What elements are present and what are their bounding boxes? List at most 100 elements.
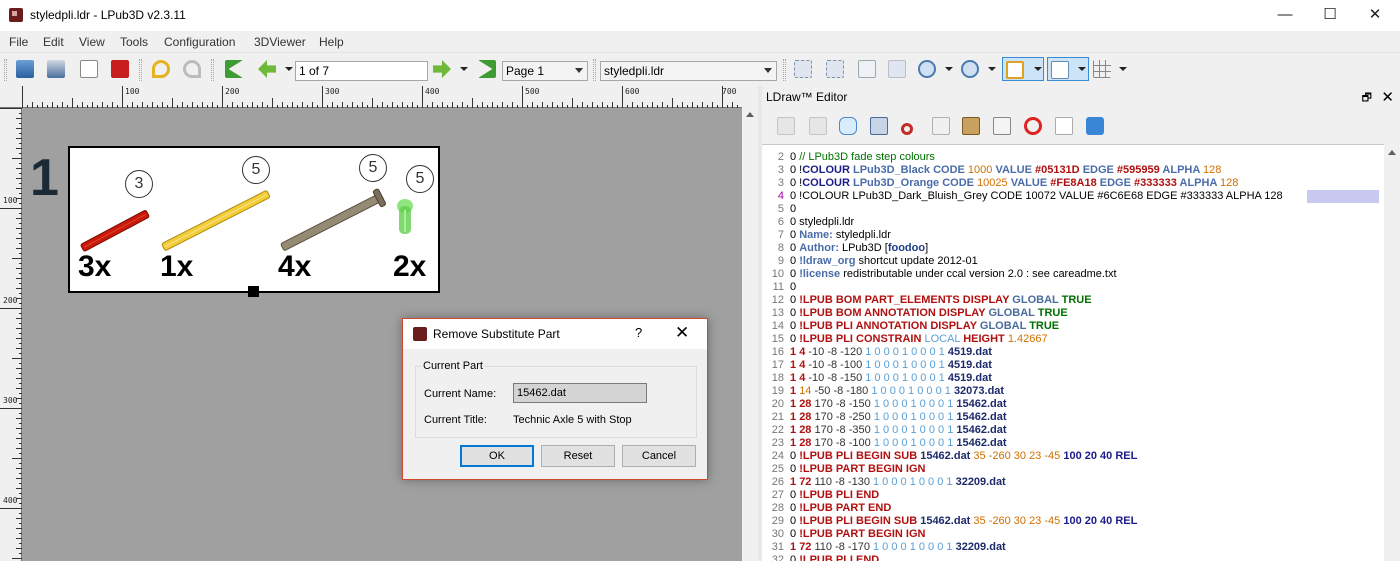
menu-configuration[interactable]: Configuration: [164, 35, 235, 49]
menu-tools[interactable]: Tools: [120, 35, 148, 49]
code-line[interactable]: 19 1 14 -50 -8 -180 1 0 0 0 1 0 0 0 1 320…: [762, 385, 1384, 398]
code-line[interactable]: 14 0 !LPUB PLI ANNOTATION DISPLAY GLOBAL …: [762, 320, 1384, 333]
code-line[interactable]: 31 1 72 110 -8 -170 1 0 0 0 1 0 0 0 1 322…: [762, 541, 1384, 554]
refresh-icon[interactable]: [1083, 114, 1107, 138]
snap-grid-icon[interactable]: [1090, 57, 1114, 81]
delete-icon[interactable]: [1021, 114, 1045, 138]
file-select[interactable]: styledpli.ldr: [600, 61, 777, 81]
part-count[interactable]: 3x: [78, 252, 111, 282]
menu-file[interactable]: File: [9, 35, 28, 49]
zoom-in-icon[interactable]: [915, 57, 939, 81]
help-button[interactable]: ?: [635, 325, 642, 340]
code-line[interactable]: 17 1 4 -10 -8 -100 1 0 0 0 1 0 0 0 1 4519…: [762, 359, 1384, 372]
pdf-export-icon[interactable]: [108, 57, 132, 81]
code-line[interactable]: 22 1 28 170 -8 -350 1 0 0 0 1 0 0 0 1 154…: [762, 424, 1384, 437]
code-editor[interactable]: 20 // LPub3D fade step colours 3 0 !COLOUR…: [762, 144, 1384, 561]
current-name-field[interactable]: 15462.dat: [513, 383, 647, 403]
code-line[interactable]: 20 1 28 170 -8 -150 1 0 0 0 1 0 0 0 1 154…: [762, 398, 1384, 411]
chevron-down-icon[interactable]: [945, 67, 953, 71]
cut-icon[interactable]: [898, 114, 922, 138]
scroll-up-icon[interactable]: [746, 112, 754, 117]
dialog-close-button[interactable]: ✕: [675, 323, 689, 343]
code-line[interactable]: 50: [762, 203, 1384, 216]
part-image-grey-axle[interactable]: [274, 176, 394, 256]
code-line[interactable]: 13 0 !LPUB BOM ANNOTATION DISPLAY GLOBAL …: [762, 307, 1384, 320]
part-annotation[interactable]: 5: [406, 165, 434, 193]
part-annotation[interactable]: 5: [359, 154, 387, 182]
code-line[interactable]: 16 1 4 -10 -8 -120 1 0 0 0 1 0 0 0 1 4519…: [762, 346, 1384, 359]
reset-button[interactable]: Reset: [541, 445, 615, 467]
open-file-icon[interactable]: [13, 57, 37, 81]
update-icon[interactable]: [774, 114, 798, 138]
menu-edit[interactable]: Edit: [43, 35, 64, 49]
chevron-down-icon[interactable]: [1119, 67, 1127, 71]
code-line[interactable]: 6 0 styledpli.ldr: [762, 216, 1384, 229]
previous-page-icon[interactable]: [255, 57, 279, 81]
code-line[interactable]: 23 1 28 170 -8 -100 1 0 0 0 1 0 0 0 1 154…: [762, 437, 1384, 450]
undo-icon[interactable]: [149, 57, 173, 81]
code-line[interactable]: 18 1 4 -10 -8 -150 1 0 0 0 1 0 0 0 1 4519…: [762, 372, 1384, 385]
find-icon[interactable]: [990, 114, 1014, 138]
parts-list[interactable]: 3 3x 5 1x 5 4x 5 2x: [68, 146, 440, 293]
code-line[interactable]: 80 Author: LPub3D [foodoo]: [762, 242, 1384, 255]
close-button[interactable]: ✕: [1352, 0, 1398, 31]
code-line[interactable]: 3 0 !COLOUR LPub3D_Black CODE 1000 VALUE …: [762, 164, 1384, 177]
step-number[interactable]: 1: [30, 152, 59, 204]
chevron-down-icon[interactable]: [285, 67, 293, 71]
part-annotation[interactable]: 5: [242, 156, 270, 184]
part-count[interactable]: 2x: [393, 252, 426, 282]
zoom-out-icon[interactable]: [958, 57, 982, 81]
editor-close-button[interactable]: ✕: [1381, 88, 1394, 106]
part-count[interactable]: 1x: [160, 252, 193, 282]
chevron-down-icon[interactable]: [988, 67, 996, 71]
code-line[interactable]: 30 0 !LPUB PART BEGIN IGN: [762, 528, 1384, 541]
print-preview-icon[interactable]: [77, 57, 101, 81]
code-line[interactable]: 12 0 !LPUB BOM PART_ELEMENTS DISPLAY GLOB…: [762, 294, 1384, 307]
code-line[interactable]: 29 0 !LPUB PLI BEGIN SUB 15462.dat 35 -26…: [762, 515, 1384, 528]
fit-visible-icon[interactable]: [823, 57, 847, 81]
download-icon[interactable]: [806, 114, 830, 138]
last-page-icon[interactable]: [475, 57, 499, 81]
menu-help[interactable]: Help: [319, 35, 344, 49]
code-line[interactable]: 20 // LPub3D fade step colours: [762, 151, 1384, 164]
resize-handle[interactable]: [248, 286, 259, 297]
canvas-scrollbar[interactable]: [742, 108, 758, 561]
code-line[interactable]: 10 0 !license redistributable under ccal …: [762, 268, 1384, 281]
ok-button[interactable]: OK: [460, 445, 534, 467]
editor-scrollbar[interactable]: [1384, 144, 1400, 561]
fit-width-icon[interactable]: [791, 57, 815, 81]
copy-icon[interactable]: [929, 114, 953, 138]
code-line[interactable]: 3 0 !COLOUR LPub3D_Orange CODE 10025 VALU…: [762, 177, 1384, 190]
preferences-icon[interactable]: [867, 114, 891, 138]
page-select[interactable]: Page 1: [502, 61, 588, 81]
chevron-down-icon[interactable]: [460, 67, 468, 71]
actual-size-icon[interactable]: [885, 57, 909, 81]
code-line[interactable]: 15 0 !LPUB PLI CONSTRAIN LOCAL HEIGHT 1.4…: [762, 333, 1384, 346]
comment-icon[interactable]: [836, 114, 860, 138]
first-page-icon[interactable]: [222, 57, 246, 81]
code-line[interactable]: 4 0 !COLOUR LPub3D_Dark_Bluish_Grey CODE …: [762, 190, 1384, 203]
save-file-icon[interactable]: [44, 57, 68, 81]
redo-icon[interactable]: [180, 57, 204, 81]
code-line[interactable]: 32 0 !LPUB PLI END: [762, 554, 1384, 561]
part-annotation[interactable]: 3: [125, 170, 153, 198]
cancel-button[interactable]: Cancel: [622, 445, 696, 467]
minimize-button[interactable]: —: [1262, 0, 1308, 31]
menu-view[interactable]: View: [79, 35, 105, 49]
page-number-input[interactable]: 1 of 7: [295, 61, 428, 81]
code-line[interactable]: 27 0 !LPUB PLI END: [762, 489, 1384, 502]
code-line[interactable]: 90 !ldraw_org shortcut update 2012-01: [762, 255, 1384, 268]
code-line[interactable]: 70 Name: styledpli.ldr: [762, 229, 1384, 242]
code-line[interactable]: 28 0 !LPUB PART END: [762, 502, 1384, 515]
maximize-button[interactable]: ☐: [1307, 0, 1353, 31]
next-page-icon[interactable]: [430, 57, 454, 81]
code-line[interactable]: 26 1 72 110 -8 -130 1 0 0 0 1 0 0 0 1 322…: [762, 476, 1384, 489]
fit-scene-icon[interactable]: [855, 57, 879, 81]
part-image-yellow-axle[interactable]: [155, 176, 275, 256]
code-line[interactable]: 24 0 !LPUB PLI BEGIN SUB 15462.dat 35 -26…: [762, 450, 1384, 463]
new-file-icon[interactable]: [1052, 114, 1076, 138]
paste-icon[interactable]: [959, 114, 983, 138]
scroll-up-icon[interactable]: [1388, 150, 1396, 155]
code-line[interactable]: 11 0: [762, 281, 1384, 294]
code-line[interactable]: 25 0 !LPUB PART BEGIN IGN: [762, 463, 1384, 476]
